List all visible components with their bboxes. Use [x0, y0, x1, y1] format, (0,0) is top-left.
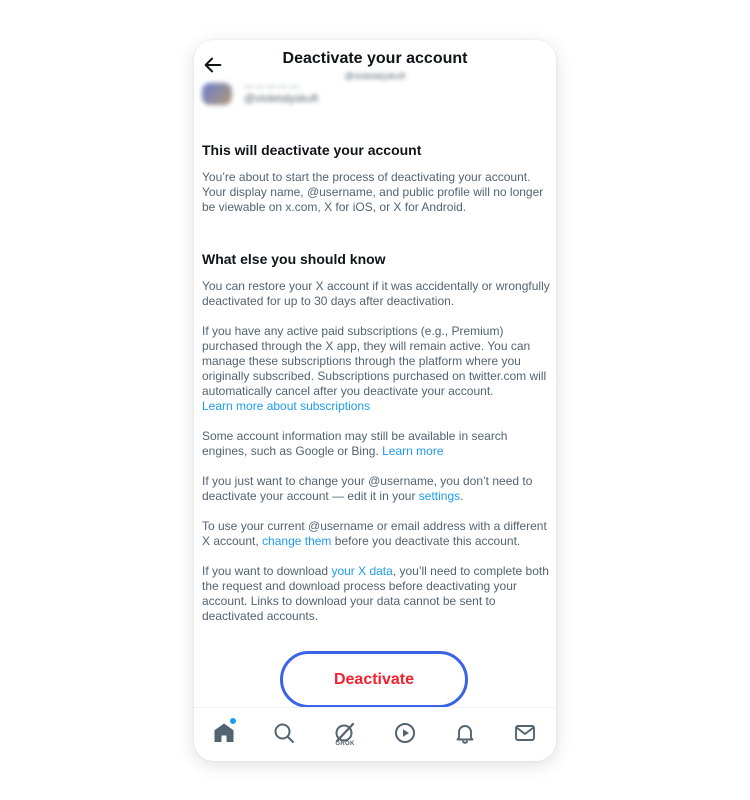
page-title: Deactivate your account	[282, 50, 468, 67]
section-heading-deactivate: This will deactivate your account	[202, 142, 422, 158]
download-data-text: If you want to download	[202, 564, 329, 578]
account-name: — — — — —	[244, 81, 300, 91]
search-engines-text: Some account information may still be av…	[202, 429, 508, 458]
settings-link[interactable]: settings	[419, 489, 460, 503]
change-username-paragraph: If you just want to change your @usernam…	[202, 474, 550, 504]
envelope-icon	[515, 725, 535, 741]
account-row: — — — — — @violetalyskuft	[202, 80, 402, 110]
download-data-paragraph: If you want to download your X data, you…	[202, 564, 550, 624]
account-handle: @violetalyskuft	[244, 93, 319, 105]
subscriptions-link[interactable]: Learn more about subscriptions	[202, 399, 370, 413]
different-account-paragraph: To use your current @username or email a…	[202, 519, 550, 549]
deactivate-button[interactable]: Deactivate	[280, 651, 468, 708]
bottom-tab-bar: GROK	[194, 707, 556, 761]
change-username-end: .	[460, 489, 464, 503]
different-account-end: before you deactivate this account.	[334, 534, 521, 548]
tab-search[interactable]	[269, 718, 299, 748]
tab-notifications[interactable]	[450, 718, 480, 748]
phone-frame: Deactivate your account @violetalyskuft …	[194, 40, 556, 761]
learn-more-link[interactable]: Learn more	[382, 444, 443, 458]
video-icon	[395, 723, 415, 743]
deactivation-info: This will deactivate your account You’re…	[202, 140, 550, 624]
restore-paragraph: You can restore your X account if it was…	[202, 279, 550, 308]
your-data-link[interactable]: your X data	[331, 564, 392, 578]
home-icon	[214, 723, 234, 742]
change-username-text: If you just want to change your @usernam…	[202, 474, 533, 503]
subscriptions-text: If you have any active paid subscription…	[202, 324, 547, 398]
section-body-deactivate: You’re about to start the process of dea…	[202, 170, 544, 214]
change-them-link[interactable]: change them	[262, 534, 331, 548]
tab-home[interactable]	[209, 718, 239, 748]
tab-grok[interactable]: GROK	[330, 718, 360, 748]
section-heading-what-else: What else you should know	[202, 251, 386, 267]
avatar	[202, 83, 232, 105]
search-engines-paragraph: Some account information may still be av…	[202, 429, 550, 459]
bell-icon	[456, 725, 474, 744]
tab-video[interactable]	[390, 718, 420, 748]
tab-messages[interactable]	[510, 718, 540, 748]
grok-label: GROK	[335, 741, 355, 747]
search-icon	[274, 723, 294, 743]
subscriptions-paragraph: If you have any active paid subscription…	[202, 324, 550, 414]
notification-dot	[230, 718, 236, 724]
